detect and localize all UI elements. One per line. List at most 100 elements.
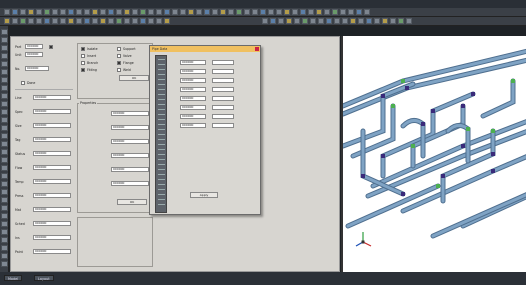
open-icon[interactable] (196, 9, 202, 15)
zoom-icon[interactable] (310, 18, 316, 24)
zoom-icon[interactable] (356, 9, 362, 15)
redo-icon[interactable] (374, 18, 380, 24)
tool-27-icon[interactable] (1, 237, 8, 243)
zoom-icon[interactable] (68, 9, 74, 15)
print-icon[interactable] (358, 18, 364, 24)
measure-icon[interactable] (334, 18, 340, 24)
undo-icon[interactable] (84, 18, 90, 24)
option-checkbox[interactable] (117, 68, 121, 72)
copy-icon[interactable] (52, 9, 58, 15)
paste-icon[interactable] (398, 18, 404, 24)
paste-icon[interactable] (20, 18, 26, 24)
pan-icon[interactable] (318, 18, 324, 24)
undo-icon[interactable] (220, 9, 226, 15)
tool-23-icon[interactable] (1, 205, 8, 211)
cut-icon[interactable] (382, 18, 388, 24)
undo-icon[interactable] (124, 9, 130, 15)
attribute-field[interactable]: 000000 (33, 179, 71, 184)
dialog-unit-field[interactable] (212, 105, 234, 110)
measure-icon[interactable] (52, 18, 58, 24)
tool-26-icon[interactable] (1, 229, 8, 235)
tool-16-icon[interactable] (1, 149, 8, 155)
option-checkbox[interactable] (117, 61, 121, 65)
close-icon[interactable] (255, 47, 259, 51)
copy-icon[interactable] (390, 18, 396, 24)
tool-14-icon[interactable] (1, 133, 8, 139)
redo-icon[interactable] (278, 18, 284, 24)
open-icon[interactable] (4, 9, 10, 15)
tool-15-icon[interactable] (1, 141, 8, 147)
undo-icon[interactable] (316, 9, 322, 15)
option-checkbox[interactable] (117, 54, 121, 58)
dialog-unit-field[interactable] (212, 60, 234, 65)
measure-icon[interactable] (284, 9, 290, 15)
number-field[interactable]: 000000 (25, 66, 49, 71)
measure-icon[interactable] (148, 18, 154, 24)
pipe-data-dialog[interactable]: Pipe Data 000000 000000 000000 000000 000000… (149, 45, 261, 215)
property-field[interactable]: 000000 (111, 125, 149, 130)
properties-ok-button[interactable]: OK (117, 199, 147, 205)
pan-icon[interactable] (36, 18, 42, 24)
option-checkbox[interactable] (81, 47, 85, 51)
dialog-value-field[interactable]: 000000 (180, 69, 206, 74)
tool-7-icon[interactable] (1, 77, 8, 83)
print-icon[interactable] (212, 9, 218, 15)
redo-icon[interactable] (324, 9, 330, 15)
tool-3-icon[interactable] (1, 45, 8, 51)
property-field[interactable]: 000000 (111, 153, 149, 158)
paste-icon[interactable] (302, 18, 308, 24)
tool-21-icon[interactable] (1, 189, 8, 195)
redo-icon[interactable] (36, 9, 42, 15)
paste-icon[interactable] (156, 9, 162, 15)
attribute-field[interactable]: 000000 (33, 151, 71, 156)
tab-layout[interactable]: Layout (34, 275, 54, 281)
option-checkbox[interactable] (81, 61, 85, 65)
cut-icon[interactable] (332, 9, 338, 15)
attribute-field[interactable]: 000000 (33, 137, 71, 142)
rotate-icon[interactable] (44, 18, 50, 24)
dialog-unit-field[interactable] (212, 78, 234, 83)
rotate-icon[interactable] (84, 9, 90, 15)
attribute-field[interactable]: 000000 (33, 221, 71, 226)
zoom-icon[interactable] (124, 18, 130, 24)
dialog-value-field[interactable]: 000000 (180, 105, 206, 110)
dialog-unit-field[interactable] (212, 114, 234, 119)
undo-icon[interactable] (366, 18, 372, 24)
tool-20-icon[interactable] (1, 181, 8, 187)
option-checkbox[interactable] (117, 47, 121, 51)
part-field[interactable]: 000000 (25, 44, 43, 49)
tool-18-icon[interactable] (1, 165, 8, 171)
save-icon[interactable] (164, 18, 170, 24)
open-icon[interactable] (292, 9, 298, 15)
lock-checkbox[interactable] (49, 45, 53, 49)
property-field[interactable]: 000000 (111, 139, 149, 144)
cut-icon[interactable] (100, 18, 106, 24)
dialog-value-field[interactable]: 000000 (180, 123, 206, 128)
paste-icon[interactable] (116, 18, 122, 24)
paste-icon[interactable] (60, 9, 66, 15)
tool-9-icon[interactable] (1, 93, 8, 99)
dialog-value-field[interactable]: 000000 (180, 114, 206, 119)
pan-icon[interactable] (76, 9, 82, 15)
tool-30-icon[interactable] (1, 261, 8, 267)
attribute-field[interactable]: 000000 (33, 123, 71, 128)
dialog-unit-field[interactable] (212, 96, 234, 101)
dialog-index-list[interactable] (155, 55, 167, 213)
apply-button[interactable]: Apply (190, 192, 218, 198)
print-icon[interactable] (262, 18, 268, 24)
pan-icon[interactable] (364, 9, 370, 15)
copy-icon[interactable] (294, 18, 300, 24)
tool-11-icon[interactable] (1, 109, 8, 115)
measure-icon[interactable] (188, 9, 194, 15)
save-icon[interactable] (68, 18, 74, 24)
redo-icon[interactable] (228, 9, 234, 15)
done-checkbox[interactable] (21, 81, 25, 85)
open-icon[interactable] (156, 18, 162, 24)
rotate-icon[interactable] (140, 18, 146, 24)
tool-28-icon[interactable] (1, 245, 8, 251)
paste-icon[interactable] (348, 9, 354, 15)
property-field[interactable]: 000000 (111, 167, 149, 172)
rotate-icon[interactable] (180, 9, 186, 15)
measure-icon[interactable] (92, 9, 98, 15)
save-icon[interactable] (12, 9, 18, 15)
